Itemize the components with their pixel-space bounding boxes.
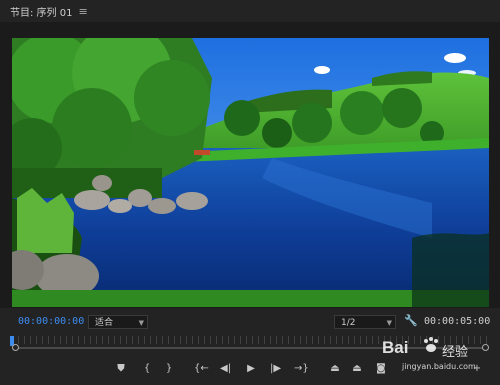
monitor-controls: 00:00:00:00 适合 ▼ 1/2 ▼ 🔧 00:00:05:00 xyxy=(0,314,500,332)
playback-resolution-dropdown[interactable]: 1/2 ▼ xyxy=(334,315,396,329)
hamburger-menu-icon[interactable]: ≡ xyxy=(78,5,87,18)
chevron-down-icon: ▼ xyxy=(386,319,392,327)
go-to-in-button[interactable]: {← xyxy=(194,362,209,376)
wrench-icon[interactable]: 🔧 xyxy=(404,314,418,327)
resolution-label: 1/2 xyxy=(341,318,356,328)
mark-in-button[interactable]: { xyxy=(142,362,152,376)
paw-icon xyxy=(424,337,438,352)
fit-option-label: 适合 xyxy=(95,318,114,328)
panel-title: 节目: 序列 01 xyxy=(10,7,73,19)
zoom-fit-dropdown[interactable]: 适合 ▼ xyxy=(88,315,148,329)
chevron-down-icon: ▼ xyxy=(138,319,144,327)
step-forward-button[interactable]: |▶ xyxy=(270,362,281,376)
zoom-handle-left[interactable] xyxy=(12,344,19,351)
mark-out-button[interactable]: } xyxy=(164,362,174,376)
watermark-brand: Bai xyxy=(382,338,409,357)
baidu-watermark: Bai 经验 jingyan.baidu.com xyxy=(376,332,496,380)
step-back-button[interactable]: ◀| xyxy=(220,362,231,376)
program-monitor xyxy=(0,22,500,308)
watermark-url: jingyan.baidu.com xyxy=(402,362,476,371)
add-marker-button[interactable]: ⛊ xyxy=(116,362,126,376)
lift-button[interactable]: ⏏ xyxy=(330,362,340,376)
video-frame xyxy=(12,38,489,307)
current-timecode[interactable]: 00:00:00:00 xyxy=(18,316,84,327)
panel-header: 节目: 序列 01 ≡ xyxy=(0,0,500,22)
play-button[interactable]: ▶ xyxy=(246,362,256,376)
go-to-out-button[interactable]: →} xyxy=(294,362,309,376)
extract-button[interactable]: ⏏ xyxy=(352,362,362,376)
duration-timecode: 00:00:05:00 xyxy=(424,316,491,327)
landscape-image xyxy=(12,38,489,307)
watermark-suffix: 经验 xyxy=(442,345,469,360)
